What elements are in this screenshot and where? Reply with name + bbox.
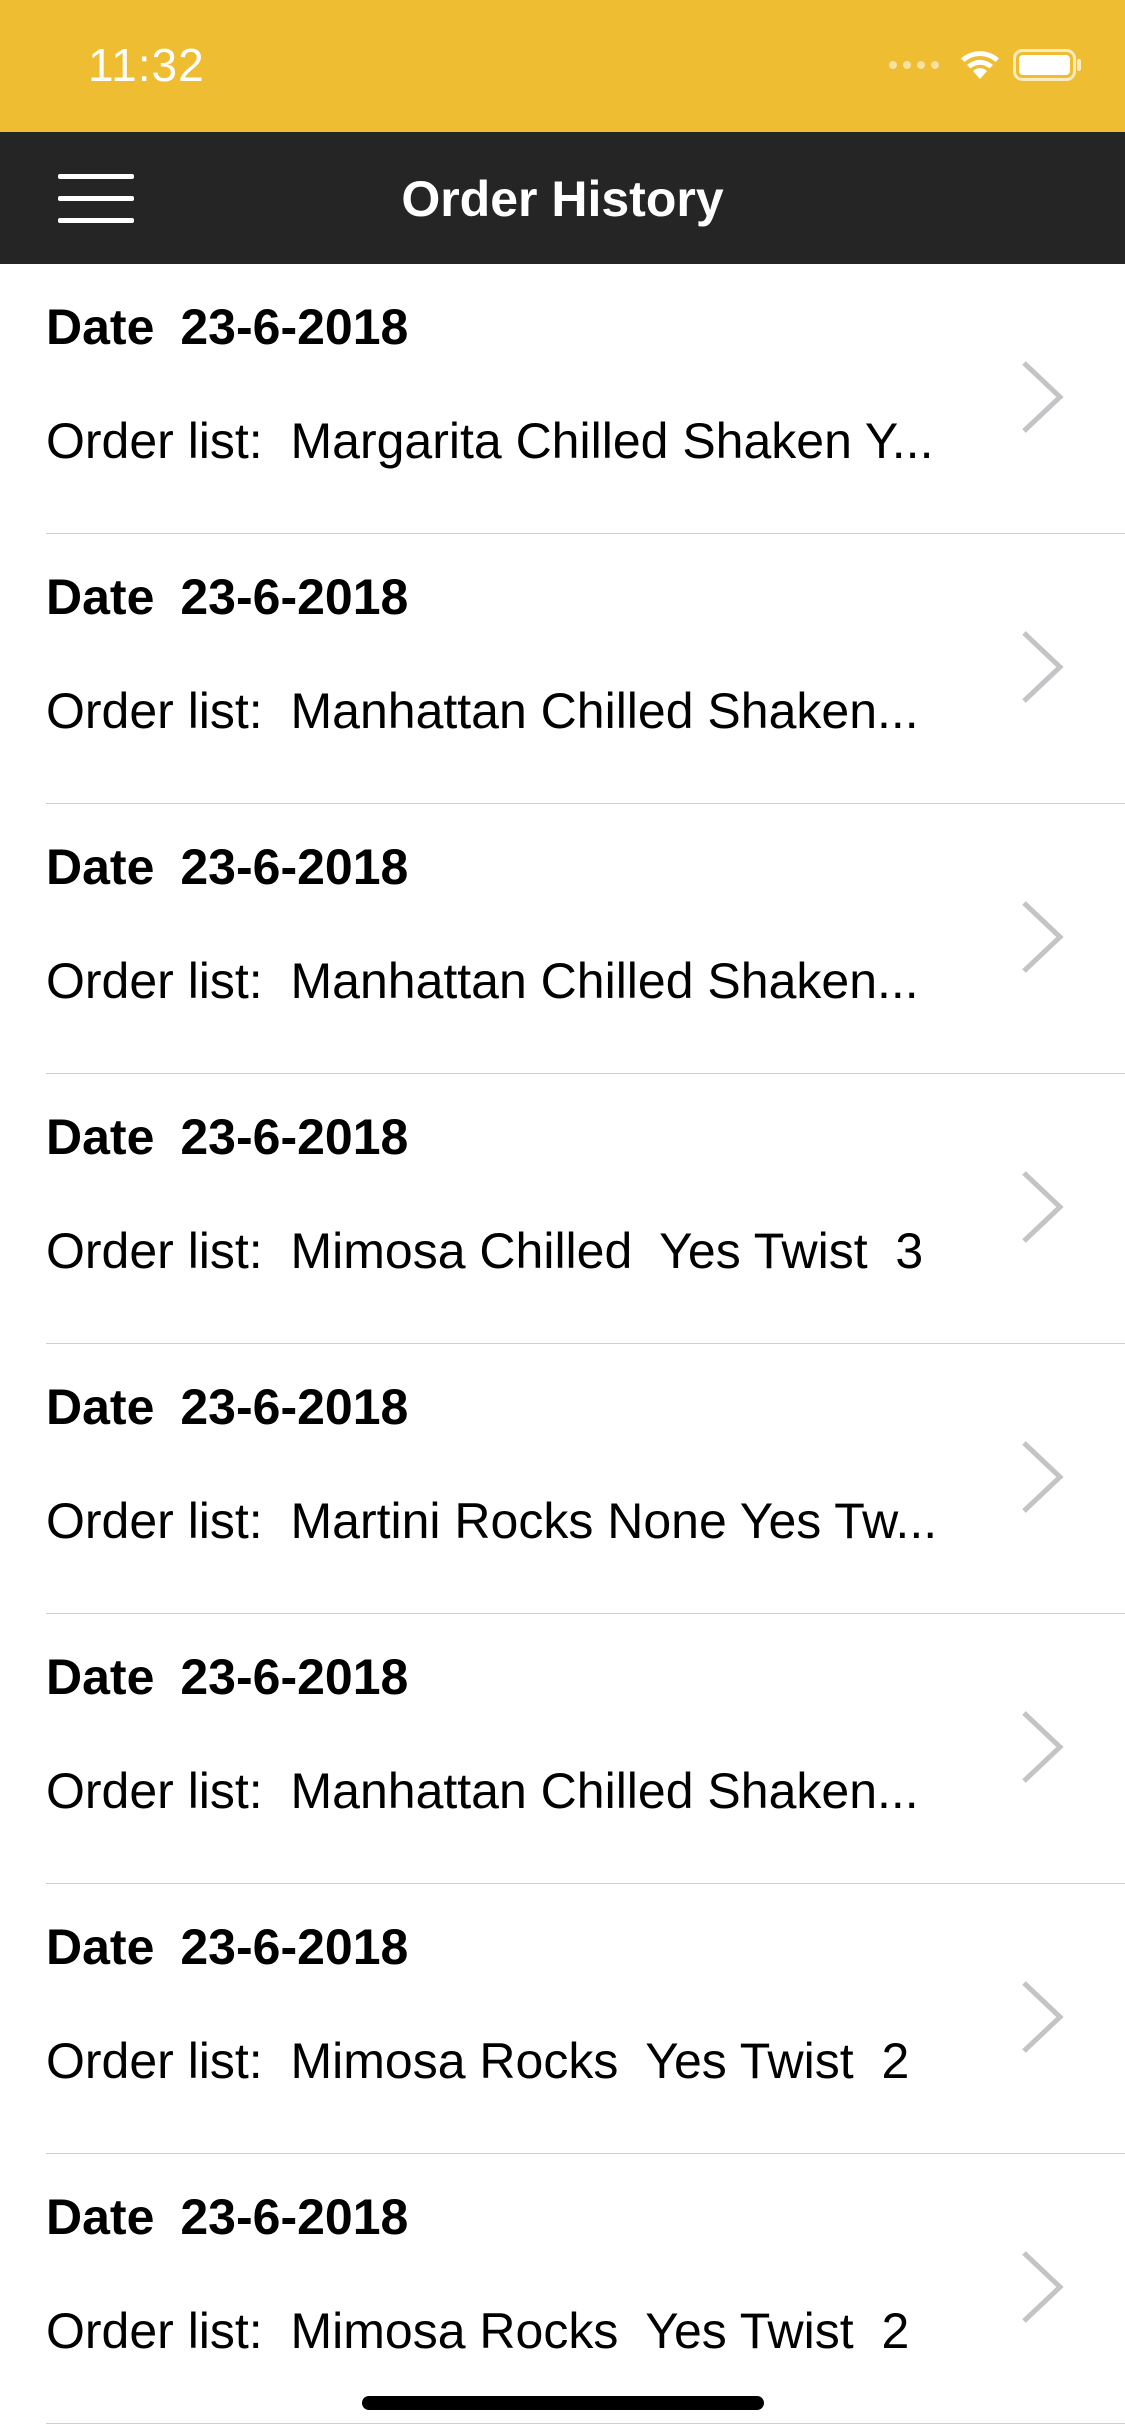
order-list-label: Order list: <box>46 2303 263 2359</box>
order-history-list: Date 23-6-2018 Order list: Margarita Chil… <box>0 264 1125 2424</box>
order-list-value: Manhattan Chilled Shaken... <box>290 1763 919 1819</box>
row-divider <box>46 2423 1125 2424</box>
date-value: 23-6-2018 <box>180 2189 409 2245</box>
chevron-right-icon <box>1022 901 1064 973</box>
order-row[interactable]: Date 23-6-2018 Order list: Manhattan Chil… <box>0 1614 1125 1884</box>
wifi-icon <box>961 51 999 79</box>
order-list-label: Order list: <box>46 1493 263 1549</box>
order-summary: Order list: Margarita Chilled Shaken Y..… <box>46 412 966 470</box>
date-label: Date <box>46 2189 155 2245</box>
order-summary: Order list: Manhattan Chilled Shaken... <box>46 1762 966 1820</box>
order-list-value: Manhattan Chilled Shaken... <box>290 953 919 1009</box>
date-value: 23-6-2018 <box>180 1379 409 1435</box>
order-summary: Order list: Mimosa Rocks Yes Twist 2 <box>46 2032 966 2090</box>
date-value: 23-6-2018 <box>180 1649 409 1705</box>
order-list-label: Order list: <box>46 2033 263 2089</box>
order-list-label: Order list: <box>46 953 263 1009</box>
date-value: 23-6-2018 <box>180 299 409 355</box>
order-list-value: Margarita Chilled Shaken Y... <box>290 413 934 469</box>
order-list-value: Mimosa Rocks Yes Twist 2 <box>290 2303 910 2359</box>
order-summary: Order list: Manhattan Chilled Shaken... <box>46 682 966 740</box>
date-value: 23-6-2018 <box>180 1109 409 1165</box>
home-indicator[interactable] <box>362 2396 764 2410</box>
order-date: Date 23-6-2018 <box>46 838 408 896</box>
status-time: 11:32 <box>88 39 205 91</box>
date-label: Date <box>46 839 155 895</box>
order-row[interactable]: Date 23-6-2018 Order list: Mimosa Chilled… <box>0 1074 1125 1344</box>
chevron-right-icon <box>1022 1171 1064 1243</box>
chevron-right-icon <box>1022 1711 1064 1783</box>
order-summary: Order list: Martini Rocks None Yes Tw... <box>46 1492 966 1550</box>
order-date: Date 23-6-2018 <box>46 1648 408 1706</box>
date-label: Date <box>46 1919 155 1975</box>
order-summary: Order list: Manhattan Chilled Shaken... <box>46 952 966 1010</box>
order-list-value: Manhattan Chilled Shaken... <box>290 683 919 739</box>
order-list-value: Mimosa Rocks Yes Twist 2 <box>290 2033 910 2089</box>
chevron-right-icon <box>1022 2251 1064 2323</box>
chevron-right-icon <box>1022 361 1064 433</box>
chevron-right-icon <box>1022 1441 1064 1513</box>
order-row[interactable]: Date 23-6-2018 Order list: Mimosa Rocks Y… <box>0 2154 1125 2424</box>
order-date: Date 23-6-2018 <box>46 1108 408 1166</box>
page-title: Order History <box>401 171 724 227</box>
order-list-value: Martini Rocks None Yes Tw... <box>290 1493 938 1549</box>
order-list-label: Order list: <box>46 413 263 469</box>
chevron-right-icon <box>1022 631 1064 703</box>
order-date: Date 23-6-2018 <box>46 1918 408 1976</box>
order-row[interactable]: Date 23-6-2018 Order list: Martini Rocks … <box>0 1344 1125 1614</box>
order-date: Date 23-6-2018 <box>46 568 408 626</box>
navigation-bar: Order History <box>0 132 1125 264</box>
date-label: Date <box>46 1379 155 1435</box>
date-value: 23-6-2018 <box>180 839 409 895</box>
status-indicators <box>889 48 1083 82</box>
order-date: Date 23-6-2018 <box>46 1378 408 1436</box>
date-label: Date <box>46 1649 155 1705</box>
order-summary: Order list: Mimosa Chilled Yes Twist 3 <box>46 1222 966 1280</box>
order-row[interactable]: Date 23-6-2018 Order list: Margarita Chil… <box>0 264 1125 534</box>
order-list-label: Order list: <box>46 1763 263 1819</box>
date-value: 23-6-2018 <box>180 569 409 625</box>
date-label: Date <box>46 569 155 625</box>
order-row[interactable]: Date 23-6-2018 Order list: Manhattan Chil… <box>0 534 1125 804</box>
date-label: Date <box>46 299 155 355</box>
date-label: Date <box>46 1109 155 1165</box>
order-date: Date 23-6-2018 <box>46 298 408 356</box>
order-date: Date 23-6-2018 <box>46 2188 408 2246</box>
order-row[interactable]: Date 23-6-2018 Order list: Manhattan Chil… <box>0 804 1125 1074</box>
order-list-label: Order list: <box>46 1223 263 1279</box>
order-row[interactable]: Date 23-6-2018 Order list: Mimosa Rocks Y… <box>0 1884 1125 2154</box>
order-list-label: Order list: <box>46 683 263 739</box>
order-list-value: Mimosa Chilled Yes Twist 3 <box>290 1223 924 1279</box>
cellular-signal-icon <box>889 61 939 69</box>
status-bar: 11:32 <box>0 0 1125 132</box>
chevron-right-icon <box>1022 1981 1064 2053</box>
date-value: 23-6-2018 <box>180 1919 409 1975</box>
battery-icon <box>1013 49 1081 81</box>
order-summary: Order list: Mimosa Rocks Yes Twist 2 <box>46 2302 966 2360</box>
